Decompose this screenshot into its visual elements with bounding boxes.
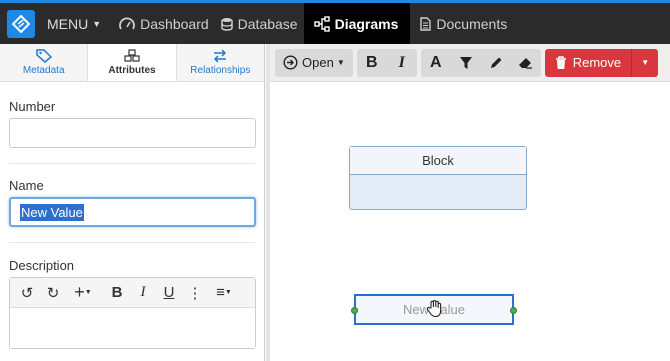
diagram-canvas[interactable]: Block New Value: [270, 82, 670, 360]
block-node[interactable]: Block: [349, 146, 527, 210]
app-logo-icon[interactable]: [7, 9, 35, 38]
italic-button[interactable]: I: [387, 49, 417, 77]
tab-attributes[interactable]: Attributes: [88, 44, 177, 81]
format-group: B I: [356, 48, 417, 77]
more-options-button[interactable]: ⋮: [182, 281, 208, 305]
redo-button[interactable]: ↻: [40, 281, 66, 305]
italic-button[interactable]: I: [130, 281, 156, 305]
filter-icon: [459, 56, 472, 69]
diagram-toolbar: Open ▼ B I A Remove ▼: [270, 44, 670, 82]
right-resize-handle[interactable]: [510, 307, 517, 314]
tag-icon: [35, 49, 52, 63]
align-label: ≡: [216, 284, 225, 301]
font-button[interactable]: A: [421, 49, 451, 77]
top-navbar: MENU ▼ Dashboard Database Diagrams Docum…: [0, 0, 670, 44]
left-resize-handle[interactable]: [351, 307, 358, 314]
diagram-area: Open ▼ B I A Remove ▼ Block New Value: [266, 44, 670, 361]
align-button[interactable]: ≡ ▼: [208, 281, 240, 305]
menu-button[interactable]: MENU ▼: [41, 3, 107, 44]
chevron-down-icon: ▼: [224, 289, 232, 296]
tab-metadata-label: Metadata: [22, 65, 65, 76]
menu-label: MENU: [47, 15, 89, 32]
chevron-down-icon: ▼: [641, 58, 650, 67]
database-icon: [220, 17, 233, 31]
description-label: Description: [9, 258, 75, 273]
nav-label-database: Database: [237, 15, 298, 32]
block-node-title: Block: [350, 147, 526, 175]
eraser-icon: [519, 57, 533, 69]
cubes-icon: [124, 48, 140, 62]
remove-dropdown-toggle[interactable]: ▼: [632, 58, 658, 67]
description-editor: ↺ ↻ + ▼ B I U ⋮ ≡ ▼: [9, 277, 256, 349]
divider: [9, 242, 255, 243]
pencil-icon: [490, 57, 502, 68]
chevron-down-icon: ▼: [92, 18, 102, 29]
open-button[interactable]: Open ▼: [275, 49, 353, 77]
nav-item-dashboard[interactable]: Dashboard: [113, 3, 215, 44]
nav-label-documents: Documents: [436, 15, 508, 32]
remove-label: Remove: [572, 55, 622, 70]
open-group: Open ▼: [275, 48, 353, 77]
nav-item-diagrams[interactable]: Diagrams: [303, 3, 411, 44]
arrow-circle-right-icon: [283, 55, 298, 70]
nav-item-database[interactable]: Database: [215, 3, 304, 44]
eraser-button[interactable]: [511, 49, 541, 77]
name-input-selected-text: New Value: [20, 203, 84, 221]
exchange-icon: [214, 49, 227, 63]
trash-icon: [555, 55, 566, 69]
undo-button[interactable]: ↺: [14, 281, 40, 305]
open-label: Open: [302, 55, 334, 70]
style-group: A: [420, 48, 541, 77]
chevron-down-icon: ▼: [336, 58, 345, 67]
number-input[interactable]: [9, 118, 256, 148]
nav-label-dashboard: Dashboard: [140, 15, 209, 32]
divider: [9, 163, 255, 164]
nav-item-documents[interactable]: Documents: [414, 3, 513, 44]
underline-button[interactable]: U: [156, 281, 182, 305]
editor-toolbar: ↺ ↻ + ▼ B I U ⋮ ≡ ▼: [10, 278, 255, 308]
tab-attributes-label: Attributes: [108, 64, 156, 76]
panel-tabs: Metadata Attributes Relationships: [0, 44, 264, 82]
description-field-group: Description: [0, 258, 264, 273]
description-editor-body[interactable]: [10, 308, 255, 348]
tab-relationships[interactable]: Relationships: [177, 44, 264, 81]
name-input[interactable]: New Value: [9, 197, 256, 227]
diagram-icon: [313, 15, 330, 32]
dashboard-icon: [119, 17, 136, 29]
tab-relationships-label: Relationships: [190, 65, 251, 76]
remove-button[interactable]: Remove: [545, 48, 633, 77]
bold-button[interactable]: B: [357, 49, 387, 77]
remove-button-group: Remove ▼: [544, 48, 659, 77]
filter-button[interactable]: [451, 49, 481, 77]
name-label: Name: [9, 178, 44, 193]
properties-panel: Metadata Attributes Relationships Number…: [0, 44, 265, 361]
pencil-button[interactable]: [481, 49, 511, 77]
document-icon: [420, 16, 432, 31]
number-field-group: Number: [0, 99, 264, 148]
hand-cursor-icon: [426, 300, 442, 318]
number-label: Number: [9, 99, 56, 114]
bold-button[interactable]: B: [104, 281, 130, 305]
chevron-down-icon: ▼: [84, 289, 92, 296]
tab-metadata[interactable]: Metadata: [0, 44, 89, 81]
insert-label: +: [74, 282, 85, 302]
nav-label-diagrams: Diagrams: [334, 15, 399, 32]
name-field-group: Name New Value: [0, 178, 264, 227]
insert-button[interactable]: + ▼: [66, 281, 100, 305]
